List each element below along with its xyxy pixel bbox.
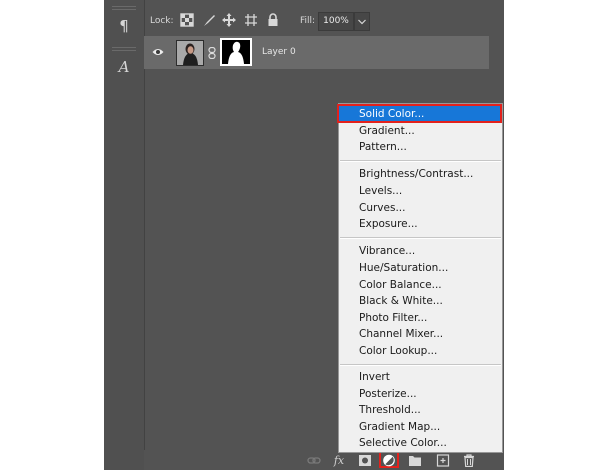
fill-input[interactable]: 100% [318, 12, 354, 31]
menu-item-gradient-map[interactable]: Gradient Map... [339, 419, 502, 436]
link-layers-icon[interactable] [307, 454, 321, 467]
lock-image-pixels-icon[interactable] [202, 13, 216, 27]
strip-grip [112, 6, 136, 10]
layer-thumbnail[interactable] [176, 40, 204, 66]
folder-icon[interactable] [408, 454, 422, 467]
layers-bottom-bar: fx [144, 450, 489, 470]
layer-row[interactable]: Layer 0 [144, 36, 489, 69]
menu-item-selective-color[interactable]: Selective Color... [339, 435, 502, 452]
portrait-thumbnail-image [177, 41, 203, 65]
character-style-icon[interactable]: 𝐴 [112, 56, 136, 78]
lock-all-icon[interactable] [266, 13, 280, 27]
add-mask-icon[interactable] [358, 454, 372, 467]
menu-item-posterize[interactable]: Posterize... [339, 386, 502, 403]
layer-mask-thumbnail[interactable] [220, 38, 252, 66]
tool-strip: ¶ 𝐴 [104, 0, 145, 470]
selected-item-highlight-box [337, 104, 502, 123]
lock-artboard-icon[interactable] [244, 13, 258, 27]
mask-silhouette-image [222, 40, 250, 64]
menu-item-levels[interactable]: Levels... [339, 183, 502, 200]
lock-label: Lock: [150, 16, 174, 26]
visibility-eye-icon[interactable] [152, 47, 164, 57]
adjustment-layer-icon[interactable] [382, 454, 396, 467]
menu-item-vibrance[interactable]: Vibrance... [339, 243, 502, 260]
menu-item-black-white[interactable]: Black & White... [339, 293, 502, 310]
adjustment-layer-menu: Solid Color... Gradient... Pattern... Br… [338, 103, 503, 453]
lock-bar: Lock: Fill: 100% [144, 8, 489, 34]
menu-item-brightness-contrast[interactable]: Brightness/Contrast... [339, 166, 502, 183]
paragraph-icon[interactable]: ¶ [112, 15, 136, 37]
menu-separator [340, 364, 501, 366]
menu-item-color-lookup[interactable]: Color Lookup... [339, 343, 502, 360]
layer-name[interactable]: Layer 0 [262, 47, 296, 57]
fx-icon[interactable]: fx [332, 454, 346, 467]
lock-position-icon[interactable] [222, 13, 236, 27]
menu-item-gradient[interactable]: Gradient... [339, 123, 502, 140]
chevron-down-icon [358, 19, 366, 25]
fill-dropdown[interactable] [354, 12, 370, 31]
menu-item-photo-filter[interactable]: Photo Filter... [339, 310, 502, 327]
menu-item-channel-mixer[interactable]: Channel Mixer... [339, 326, 502, 343]
trash-icon[interactable] [462, 454, 476, 467]
menu-item-hue-saturation[interactable]: Hue/Saturation... [339, 260, 502, 277]
menu-item-curves[interactable]: Curves... [339, 200, 502, 217]
mask-link-icon[interactable] [208, 47, 216, 59]
strip-grip [112, 47, 136, 51]
menu-item-pattern[interactable]: Pattern... [339, 139, 502, 156]
menu-separator [340, 160, 501, 162]
menu-item-color-balance[interactable]: Color Balance... [339, 277, 502, 294]
menu-item-invert[interactable]: Invert [339, 369, 502, 386]
new-layer-icon[interactable] [436, 454, 450, 467]
menu-separator [340, 237, 501, 239]
menu-item-threshold[interactable]: Threshold... [339, 402, 502, 419]
fill-label: Fill: [300, 16, 316, 26]
lock-transparent-pixels-icon[interactable] [180, 13, 194, 27]
menu-item-exposure[interactable]: Exposure... [339, 216, 502, 233]
